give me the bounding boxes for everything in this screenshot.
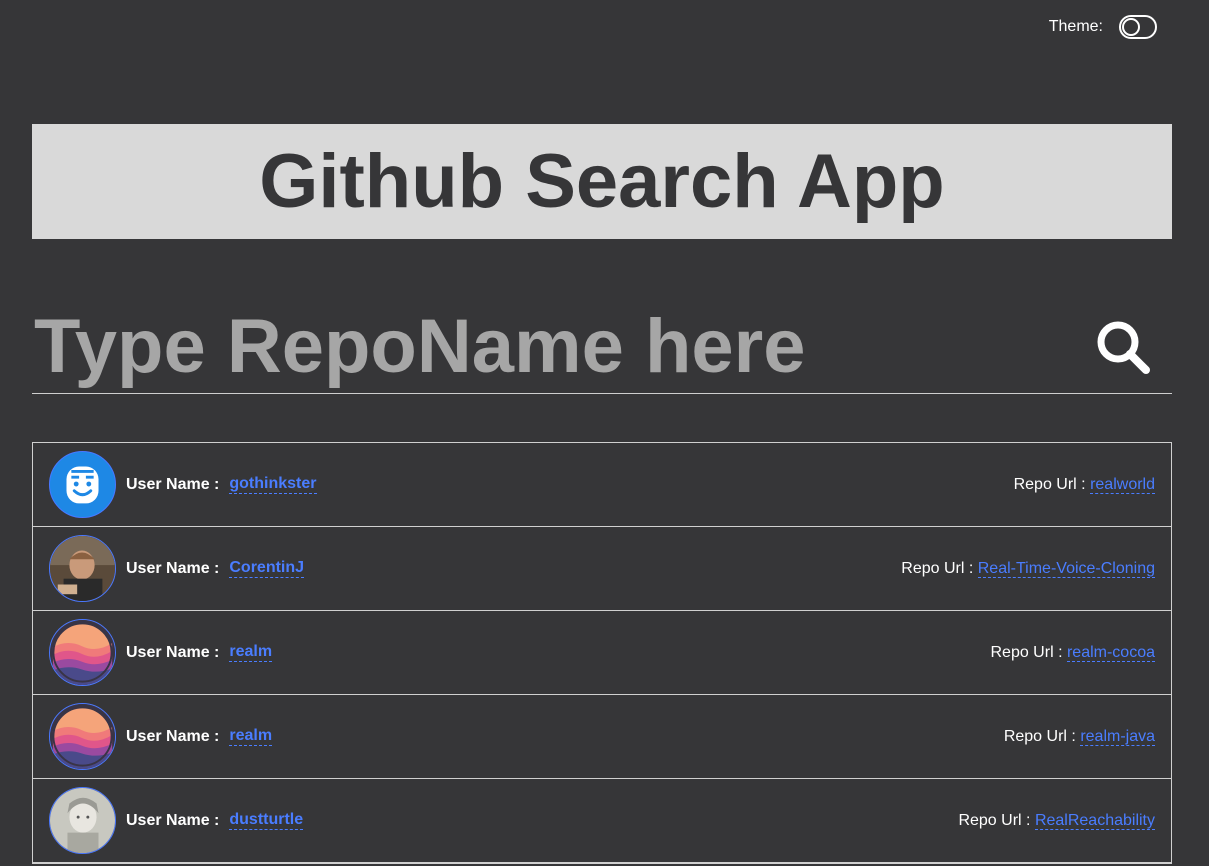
user-name-label: User Name : (126, 727, 220, 745)
theme-label: Theme: (1048, 18, 1103, 35)
search-bar (32, 300, 1172, 394)
theme-toggle[interactable] (1119, 15, 1157, 39)
results-list: User Name : gothinkster Repo Url : realw… (32, 442, 1172, 864)
repo-url-label: Repo Url : (1013, 475, 1086, 493)
user-name-label: User Name : (126, 811, 220, 829)
user-name-label: User Name : (126, 475, 220, 493)
result-row: User Name : CorentinJ Repo Url : Real-Ti… (33, 527, 1171, 611)
sunset-waves-avatar (49, 619, 116, 686)
user-link[interactable]: CorentinJ (229, 559, 305, 578)
smiley-face-avatar (49, 451, 116, 518)
title-banner: Github Search App (32, 124, 1172, 239)
result-row: User Name : realm Repo Url : realm-cocoa (33, 611, 1171, 695)
repo-url-label: Repo Url : (1003, 727, 1076, 745)
repo-link[interactable]: realm-cocoa (1066, 643, 1155, 662)
user-link[interactable]: gothinkster (229, 475, 317, 494)
result-row: User Name : realm Repo Url : realm-java (33, 695, 1171, 779)
repo-url-label: Repo Url : (958, 811, 1031, 829)
user-name-label: User Name : (126, 559, 220, 577)
result-row: User Name : dustturtle Repo Url : RealRe… (33, 779, 1171, 863)
repo-link[interactable]: Real-Time-Voice-Cloning (977, 559, 1155, 578)
theme-switcher: Theme: (1049, 15, 1157, 39)
result-row: User Name : gothinkster Repo Url : realw… (33, 443, 1171, 527)
page-title: Github Search App (259, 139, 945, 224)
repo-url-label: Repo Url : (990, 643, 1063, 661)
repo-link[interactable]: RealReachability (1034, 811, 1155, 830)
user-link[interactable]: dustturtle (229, 811, 304, 830)
search-icon (1097, 321, 1150, 374)
user-link[interactable]: realm (229, 727, 273, 746)
search-button[interactable] (1092, 316, 1154, 378)
toggle-knob (1122, 18, 1140, 36)
search-input[interactable] (32, 303, 1032, 390)
user-name-label: User Name : (126, 643, 220, 661)
user-link[interactable]: realm (229, 643, 273, 662)
repo-link[interactable]: realm-java (1080, 727, 1155, 746)
sunset-waves-avatar (49, 703, 116, 770)
photo-avatar (49, 535, 116, 602)
repo-url-label: Repo Url : (901, 559, 974, 577)
sketch-avatar (49, 787, 116, 854)
repo-link[interactable]: realworld (1090, 475, 1155, 494)
